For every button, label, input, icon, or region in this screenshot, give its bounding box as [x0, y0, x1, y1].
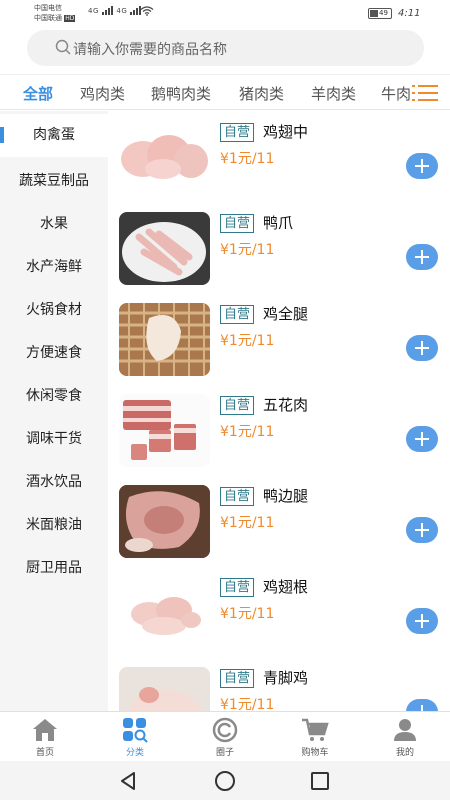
bottom-nav: 首页 分类 圈子 购物车 我的: [0, 711, 450, 761]
product-name: 鸭爪: [263, 214, 294, 232]
nav-cart[interactable]: 购物车: [270, 712, 360, 762]
add-to-cart-button[interactable]: [406, 153, 438, 179]
product-image: [119, 121, 210, 194]
category-tabs: 全部 鸡肉类 鹅鸭肉类 猪肉类 羊肉类 牛肉: [0, 74, 450, 110]
search-icon: [55, 39, 71, 55]
sidebar-item-snacks[interactable]: 休闲零食: [0, 375, 108, 418]
nav-circle[interactable]: 圈子: [180, 712, 270, 762]
wifi-icon: [140, 6, 154, 16]
product-name: 青脚鸡: [263, 669, 309, 687]
product-name: 鸡全腿: [263, 305, 309, 323]
nav-home[interactable]: 首页: [0, 712, 90, 762]
search-placeholder: 请输入你需要的商品名称: [73, 42, 227, 58]
back-icon[interactable]: [118, 771, 138, 791]
network-type-1: 4G: [88, 7, 99, 15]
sidebar-item-fruit[interactable]: 水果: [0, 203, 108, 246]
product-image: [119, 394, 210, 467]
nav-label: 圈子: [215, 748, 234, 758]
product-image: [119, 212, 210, 285]
circle-icon: [212, 717, 238, 743]
nav-label: 购物车: [301, 748, 329, 758]
network-type-2: 4G: [116, 7, 128, 15]
product-price: ¥1元/11: [220, 515, 275, 531]
self-operated-badge: 自营: [220, 669, 255, 688]
category-icon: [123, 718, 148, 743]
nav-label: 分类: [125, 748, 144, 758]
nav-category[interactable]: 分类: [90, 712, 180, 762]
menu-icon[interactable]: [412, 83, 438, 103]
carrier-1: 中国电信: [34, 4, 62, 12]
self-operated-badge: 自营: [220, 123, 255, 142]
add-to-cart-button[interactable]: [406, 699, 438, 711]
sidebar-item-drinks[interactable]: 酒水饮品: [0, 461, 108, 504]
product-item[interactable]: 自营 鸡全腿 ¥1元/11: [108, 293, 450, 384]
tab-pork[interactable]: 猪肉类: [239, 83, 284, 104]
battery-icon: 49: [368, 8, 392, 19]
signal-indicators: 4G 4G: [88, 6, 142, 15]
sidebar-item-vegetables-tofu[interactable]: 蔬菜豆制品: [0, 160, 108, 203]
product-price: ¥1元/11: [220, 151, 275, 167]
sidebar-item-hotpot[interactable]: 火锅食材: [0, 289, 108, 332]
self-operated-badge: 自营: [220, 214, 255, 233]
product-item[interactable]: 自营 鸡翅中 ¥1元/11: [108, 111, 450, 202]
add-to-cart-button[interactable]: [406, 335, 438, 361]
product-image: [119, 667, 210, 711]
nav-profile[interactable]: 我的: [360, 712, 450, 762]
product-list: 自营 鸡翅中 ¥1元/11 自营 鸭爪 ¥1元/11 自营 鸡全腿 ¥1元/11: [108, 111, 450, 711]
product-price: ¥1元/11: [220, 424, 275, 440]
nav-label: 我的: [395, 748, 414, 758]
product-price: ¥1元/11: [220, 606, 275, 622]
category-sidebar: 肉禽蛋 蔬菜豆制品 水果 水产海鲜 火锅食材 方便速食 休闲零食 调味干货 酒水…: [0, 111, 108, 711]
hd-badge: HD: [64, 15, 76, 22]
product-image: [119, 303, 210, 376]
nav-label: 首页: [35, 748, 54, 758]
self-operated-badge: 自营: [220, 396, 255, 415]
sidebar-item-instant-food[interactable]: 方便速食: [0, 332, 108, 375]
product-item[interactable]: 自营 鸭边腿 ¥1元/11: [108, 475, 450, 566]
product-price: ¥1元/11: [220, 242, 275, 258]
product-item[interactable]: 自营 青脚鸡 ¥1元/11: [108, 657, 450, 711]
home-button-icon[interactable]: [215, 771, 235, 791]
tab-goose-duck[interactable]: 鹅鸭肉类: [151, 83, 211, 104]
home-icon: [33, 719, 57, 741]
add-to-cart-button[interactable]: [406, 244, 438, 270]
add-to-cart-button[interactable]: [406, 517, 438, 543]
product-item[interactable]: 自营 鸡翅根 ¥1元/11: [108, 566, 450, 657]
carrier-info: 中国电信 中国联通 HD: [34, 3, 76, 24]
status-bar: 中国电信 中国联通 HD 4G 4G 49 4:11: [0, 0, 450, 28]
product-image: [119, 485, 210, 558]
product-name: 鸭边腿: [263, 487, 309, 505]
product-name: 五花肉: [263, 396, 309, 414]
sidebar-item-kitchen-bath[interactable]: 厨卫用品: [0, 547, 108, 590]
product-price: ¥1元/11: [220, 333, 275, 349]
self-operated-badge: 自营: [220, 487, 255, 506]
carrier-2: 中国联通: [34, 14, 62, 22]
system-nav-bar: [0, 761, 450, 800]
cart-icon: [302, 718, 329, 741]
tab-mutton[interactable]: 羊肉类: [311, 83, 356, 104]
product-item[interactable]: 自营 五花肉 ¥1元/11: [108, 384, 450, 475]
product-name: 鸡翅中: [263, 123, 309, 141]
sidebar-item-meat-poultry-eggs[interactable]: 肉禽蛋: [0, 114, 108, 157]
clock: 4:11: [398, 8, 421, 19]
tab-beef[interactable]: 牛肉: [381, 83, 411, 104]
tab-all[interactable]: 全部: [23, 83, 53, 104]
sidebar-item-seafood[interactable]: 水产海鲜: [0, 246, 108, 289]
product-item[interactable]: 自营 鸭爪 ¥1元/11: [108, 202, 450, 293]
user-icon: [394, 719, 416, 741]
signal-icon: [101, 6, 114, 15]
self-operated-badge: 自营: [220, 578, 255, 597]
self-operated-badge: 自营: [220, 305, 255, 324]
add-to-cart-button[interactable]: [406, 426, 438, 452]
recent-apps-icon[interactable]: [311, 772, 329, 790]
sidebar-item-seasoning[interactable]: 调味干货: [0, 418, 108, 461]
product-image: [119, 576, 210, 649]
product-name: 鸡翅根: [263, 578, 309, 596]
tab-chicken[interactable]: 鸡肉类: [80, 83, 125, 104]
search-bar[interactable]: 请输入你需要的商品名称: [27, 30, 424, 66]
product-price: ¥1元/11: [220, 697, 275, 711]
battery-level: 49: [379, 9, 388, 17]
sidebar-item-rice-oil[interactable]: 米面粮油: [0, 504, 108, 547]
add-to-cart-button[interactable]: [406, 608, 438, 634]
